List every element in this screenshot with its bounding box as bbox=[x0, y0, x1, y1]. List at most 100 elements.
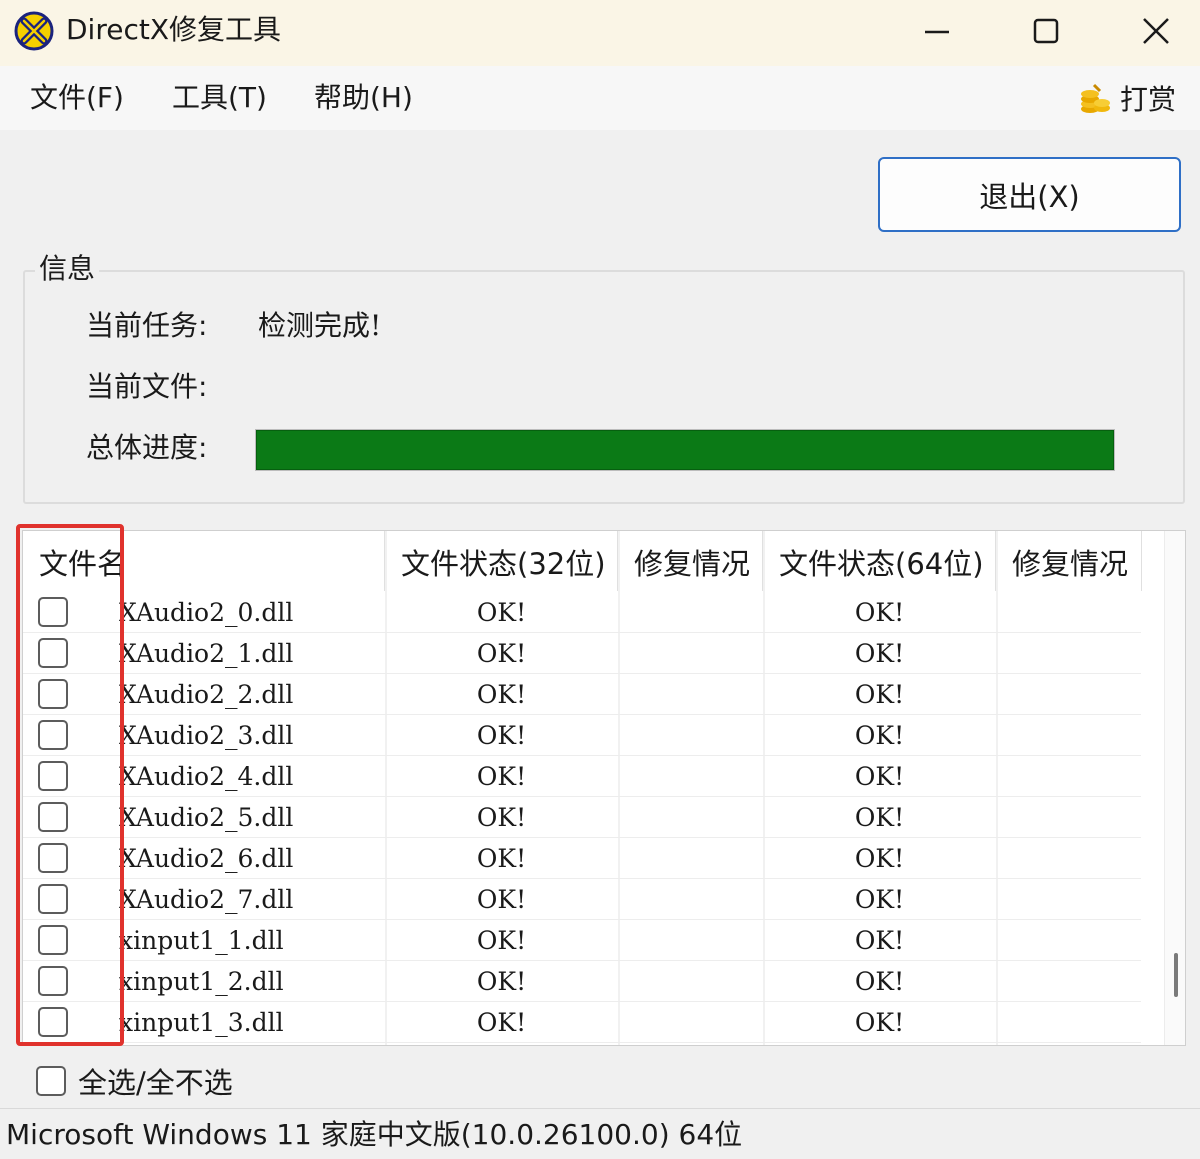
repair64-cell bbox=[996, 756, 1141, 797]
repair32-cell bbox=[618, 715, 763, 756]
status32-cell: OK! bbox=[476, 721, 527, 750]
status32-cell: OK! bbox=[476, 1008, 527, 1037]
filename-cell: XAudio2_1.dll bbox=[119, 639, 294, 668]
row-checkbox[interactable] bbox=[38, 966, 68, 996]
current-task-label: 当前任务: bbox=[86, 309, 208, 342]
filename-cell: xinput1_1.dll bbox=[119, 926, 284, 955]
menu-help[interactable]: 帮助(H) bbox=[314, 80, 413, 116]
status-bar: Microsoft Windows 11 家庭中文版(10.0.26100.0)… bbox=[0, 1108, 1200, 1159]
close-icon bbox=[1143, 18, 1169, 44]
row-checkbox[interactable] bbox=[38, 884, 68, 914]
table-row[interactable]: XAudio2_5.dll OK! OK! bbox=[23, 797, 1141, 838]
repair64-cell bbox=[996, 715, 1141, 756]
row-checkbox[interactable] bbox=[38, 925, 68, 955]
status32-cell: OK! bbox=[476, 926, 527, 955]
status64-cell: OK! bbox=[854, 844, 905, 873]
status64-cell: OK! bbox=[854, 680, 905, 709]
maximize-icon bbox=[1033, 18, 1059, 44]
table-row[interactable]: XAudio2_7.dll OK! OK! bbox=[23, 879, 1141, 920]
progress-fill bbox=[256, 430, 1114, 470]
table-row[interactable]: xinput1_1.dll OK! OK! bbox=[23, 920, 1141, 961]
row-checkbox[interactable] bbox=[38, 597, 68, 627]
status64-cell: OK! bbox=[854, 803, 905, 832]
repair32-cell bbox=[618, 592, 763, 633]
repair32-cell bbox=[618, 633, 763, 674]
filename-cell: xinput1_2.dll bbox=[119, 967, 284, 996]
overall-progress-bar bbox=[255, 429, 1115, 471]
scrollbar-thumb[interactable] bbox=[1174, 953, 1178, 997]
column-header-status64[interactable]: 文件状态(64位) bbox=[763, 531, 996, 591]
table-row[interactable]: XAudio2_4.dll OK! OK! bbox=[23, 756, 1141, 797]
menu-tools[interactable]: 工具(T) bbox=[172, 80, 267, 116]
close-button[interactable] bbox=[1101, 0, 1200, 62]
column-header-repair64[interactable]: 修复情况 bbox=[996, 531, 1142, 591]
repair64-cell bbox=[996, 797, 1141, 838]
current-task-value: 检测完成! bbox=[258, 309, 382, 342]
column-header-status32[interactable]: 文件状态(32位) bbox=[385, 531, 618, 591]
status32-cell: OK! bbox=[476, 967, 527, 996]
repair32-cell bbox=[618, 879, 763, 920]
repair32-cell bbox=[618, 838, 763, 879]
status32-cell: OK! bbox=[476, 844, 527, 873]
column-header-filename[interactable]: 文件名 bbox=[23, 531, 385, 591]
table-row[interactable]: XAudio2_6.dll OK! OK! bbox=[23, 838, 1141, 879]
vertical-scrollbar[interactable] bbox=[1164, 531, 1185, 1045]
repair32-cell bbox=[618, 756, 763, 797]
repair64-cell bbox=[996, 592, 1141, 633]
select-all-box[interactable] bbox=[36, 1066, 66, 1096]
status32-cell: OK! bbox=[476, 639, 527, 668]
table-row[interactable]: XAudio2_0.dll OK! OK! bbox=[23, 592, 1141, 633]
row-checkbox[interactable] bbox=[38, 638, 68, 668]
minimize-button[interactable] bbox=[882, 0, 992, 62]
row-checkbox[interactable] bbox=[38, 679, 68, 709]
filename-cell: XAudio2_4.dll bbox=[119, 762, 294, 791]
status64-cell: OK! bbox=[854, 885, 905, 914]
status64-cell: OK! bbox=[854, 1008, 905, 1037]
maximize-button[interactable] bbox=[991, 0, 1101, 62]
repair64-cell bbox=[996, 879, 1141, 920]
os-info-text: Microsoft Windows 11 家庭中文版(10.0.26100.0)… bbox=[6, 1118, 743, 1151]
table-row[interactable]: xinput1_2.dll OK! OK! bbox=[23, 961, 1141, 1002]
filename-cell: XAudio2_0.dll bbox=[119, 598, 294, 627]
table-row[interactable]: XAudio2_2.dll OK! OK! bbox=[23, 674, 1141, 715]
coins-icon bbox=[1081, 83, 1110, 113]
overall-progress-label: 总体进度: bbox=[86, 431, 208, 464]
filename-cell: XAudio2_7.dll bbox=[119, 885, 294, 914]
file-list[interactable]: 文件名 文件状态(32位) 修复情况 文件状态(64位) 修复情况 XAudio… bbox=[22, 530, 1186, 1046]
row-checkbox[interactable] bbox=[38, 802, 68, 832]
repair32-cell bbox=[618, 674, 763, 715]
repair64-cell bbox=[996, 838, 1141, 879]
status32-cell: OK! bbox=[476, 762, 527, 791]
status64-cell: OK! bbox=[854, 926, 905, 955]
repair64-cell bbox=[996, 674, 1141, 715]
repair64-cell bbox=[996, 633, 1141, 674]
donate-label: 打赏 bbox=[1120, 83, 1177, 116]
status64-cell: OK! bbox=[854, 762, 905, 791]
row-checkbox[interactable] bbox=[38, 720, 68, 750]
donate-button[interactable]: 打赏 bbox=[1078, 78, 1176, 118]
filename-cell: XAudio2_6.dll bbox=[119, 844, 294, 873]
title-bar: DirectX修复工具 bbox=[0, 0, 1200, 66]
row-checkbox[interactable] bbox=[38, 1007, 68, 1037]
status64-cell: OK! bbox=[854, 598, 905, 627]
filename-cell: XAudio2_3.dll bbox=[119, 721, 294, 750]
menu-bar: 文件(F) 工具(T) 帮助(H) 打赏 bbox=[0, 66, 1200, 130]
window-title: DirectX修复工具 bbox=[66, 13, 282, 46]
table-row[interactable]: xinput1_3.dll OK! OK! bbox=[23, 1002, 1141, 1043]
status32-cell: OK! bbox=[476, 598, 527, 627]
repair32-cell bbox=[618, 797, 763, 838]
filename-cell: XAudio2_5.dll bbox=[119, 803, 294, 832]
status32-cell: OK! bbox=[476, 885, 527, 914]
select-all-checkbox[interactable]: 全选/全不选 bbox=[36, 1060, 233, 1102]
file-list-header: 文件名 文件状态(32位) 修复情况 文件状态(64位) 修复情况 bbox=[23, 531, 1165, 591]
menu-file[interactable]: 文件(F) bbox=[30, 80, 124, 116]
row-checkbox[interactable] bbox=[38, 843, 68, 873]
row-checkbox[interactable] bbox=[38, 761, 68, 791]
table-row[interactable]: XAudio2_1.dll OK! OK! bbox=[23, 633, 1141, 674]
table-row[interactable]: XAudio2_3.dll OK! OK! bbox=[23, 715, 1141, 756]
exit-button[interactable]: 退出(X) bbox=[878, 157, 1181, 232]
column-header-repair32[interactable]: 修复情况 bbox=[618, 531, 763, 591]
filename-cell: XAudio2_2.dll bbox=[119, 680, 294, 709]
status32-cell: OK! bbox=[476, 680, 527, 709]
repair64-cell bbox=[996, 961, 1141, 1002]
